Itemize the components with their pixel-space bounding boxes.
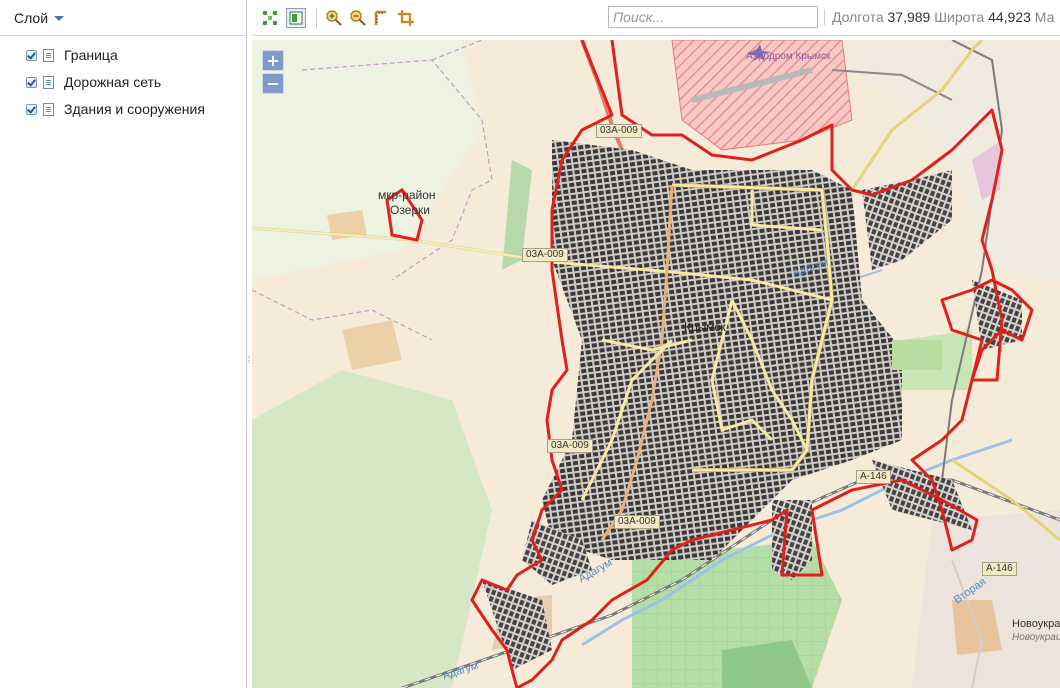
layer-document-icon (43, 48, 54, 62)
latitude-value: 44,923 (988, 9, 1031, 25)
layer-item-border[interactable]: Граница (26, 46, 118, 64)
zoom-in-button[interactable]: + (262, 50, 284, 71)
layer-icon[interactable] (286, 8, 306, 28)
place-label: Озерки (390, 203, 431, 217)
zoom-in-icon[interactable] (324, 8, 344, 28)
layers-header[interactable]: Слой (0, 0, 246, 36)
zoom-out-button[interactable]: − (262, 73, 284, 94)
place-label: мкр-район (378, 188, 436, 202)
layers-title[interactable]: Слой (14, 10, 48, 26)
town-label: Новоукраинский (1012, 632, 1060, 643)
layer-item-label[interactable]: Граница (64, 47, 118, 63)
layer-checkbox[interactable] (26, 49, 37, 61)
residential-area (912, 510, 1060, 688)
longitude-value: 37,989 (887, 9, 931, 25)
layer-item-label[interactable]: Дорожная сеть (64, 74, 161, 90)
dropdown-caret-icon[interactable] (54, 16, 65, 21)
layer-document-icon (43, 102, 54, 116)
town-label: Новоукраинский (1012, 618, 1060, 630)
layer-item-buildings[interactable]: Здания и сооружения (26, 100, 205, 118)
city-label: Крымск (684, 320, 726, 334)
toolbar-separator (316, 8, 317, 28)
search-input[interactable] (608, 6, 818, 28)
toolbar-separator (824, 9, 825, 25)
map-toolbar: Долгота 37,989 Широта 44,923 Ма (252, 0, 1060, 36)
measure-distance-icon[interactable] (372, 8, 392, 28)
zoom-to-extent-icon[interactable] (260, 8, 280, 28)
road-ref-badge: А-146 (856, 470, 891, 484)
layers-panel: Слой Граница Дорожная сеть Здания и соор… (0, 0, 247, 688)
road-ref-badge: 03А-009 (596, 124, 642, 138)
longitude-label: Долгота (832, 9, 884, 25)
measure-area-icon[interactable] (396, 8, 416, 28)
road-ref-badge: 03А-009 (522, 248, 568, 262)
layer-checkbox[interactable] (26, 76, 37, 88)
layer-document-icon (43, 75, 54, 89)
layer-item-roads[interactable]: Дорожная сеть (26, 73, 161, 91)
coordinates-readout: Долгота 37,989 Широта 44,923 Ма (832, 9, 1054, 25)
layer-checkbox[interactable] (26, 103, 37, 115)
map-canvas[interactable] (252, 40, 1060, 688)
road-ref-badge: 03А-009 (614, 515, 660, 529)
map-view[interactable]: + − Аэродром Крымск мкр-район Озерки Кры… (252, 40, 1060, 688)
park-area (892, 340, 942, 370)
airport-label: Аэродром Крымск (746, 51, 831, 62)
panel-resize-handle[interactable] (247, 340, 251, 380)
grassland-area (252, 370, 492, 688)
zoom-out-icon[interactable] (348, 8, 368, 28)
latitude-label: Широта (934, 9, 985, 25)
scale-label: Ма (1034, 9, 1055, 25)
layer-item-label[interactable]: Здания и сооружения (64, 101, 205, 117)
road-ref-badge: А-146 (982, 562, 1017, 576)
road-ref-badge: 03А-009 (547, 439, 593, 453)
